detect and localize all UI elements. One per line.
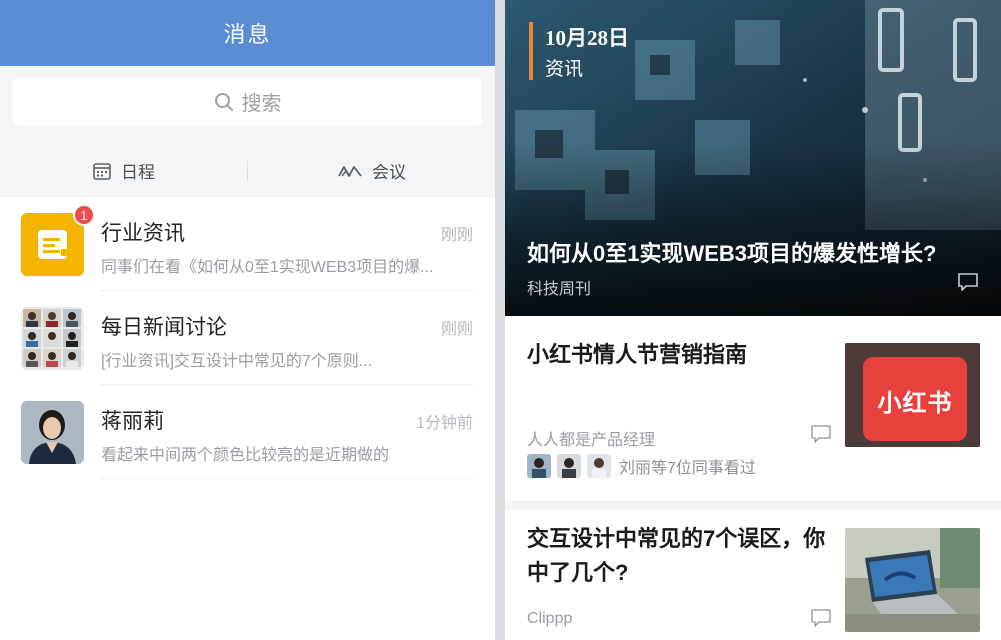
article-card[interactable]: 小红书情人节营销指南 人人都是产品经理 小红书 刘丽等7位同事看过 xyxy=(505,316,1001,502)
unread-badge: 1 xyxy=(73,204,95,226)
shortcut-tabs: 日程 会议 xyxy=(0,144,495,197)
meeting-icon xyxy=(338,165,362,177)
article-source: 人人都是产品经理 xyxy=(527,432,656,449)
hero-headline: 如何从0至1实现WEB3项目的爆发性增长? xyxy=(527,241,937,266)
calendar-icon xyxy=(93,162,111,180)
reader-avatar xyxy=(587,454,611,478)
conversation-preview: 看起来中间两个颜色比较亮的是近期做的 xyxy=(101,447,390,464)
article-title-line-2: 中了几个? xyxy=(527,560,629,585)
reader-avatar xyxy=(527,454,551,478)
tab-meeting[interactable]: 会议 xyxy=(248,158,495,183)
article-title: 小红书情人节营销指南 xyxy=(527,342,748,367)
conversation-name: 蒋丽莉 xyxy=(101,410,164,433)
hero-date: 10月28日 xyxy=(545,26,629,50)
conversation-name: 行业资讯 xyxy=(101,222,185,245)
conversation-preview: 同事们在看《如何从0至1实现WEB3项目的爆... xyxy=(101,259,434,276)
search-placeholder: 搜索 xyxy=(241,93,282,115)
page-title: 消息 xyxy=(223,22,272,47)
article-title-line-1: 交互设计中常见的7个误区，你 xyxy=(527,526,826,551)
conversation-time: 1分钟前 xyxy=(416,415,473,432)
comment-icon[interactable] xyxy=(957,272,979,297)
card-gap xyxy=(505,502,1001,510)
document-app-icon xyxy=(21,213,84,276)
conversation-time: 刚刚 xyxy=(440,227,473,244)
conversation-item[interactable]: 蒋丽莉 1分钟前 看起来中间两个颜色比较亮的是近期做的 xyxy=(0,385,495,479)
panel-gap xyxy=(495,0,505,640)
hero-category: 资讯 xyxy=(545,59,584,80)
tab-schedule[interactable]: 日程 xyxy=(0,158,247,183)
search-area: 搜索 日程 会议 xyxy=(0,66,495,197)
hero-article-card[interactable]: 10月28日 资讯 如何从0至1实现WEB3项目的爆发性增长? 科技周刊 xyxy=(505,0,1001,316)
colleague-readers[interactable]: 刘丽等7位同事看过 xyxy=(527,454,756,478)
search-input[interactable]: 搜索 xyxy=(13,78,482,125)
group-avatar-grid xyxy=(21,307,84,370)
divider xyxy=(101,478,474,479)
person-avatar xyxy=(21,401,84,464)
readers-text: 刘丽等7位同事看过 xyxy=(619,460,756,477)
hero-source: 科技周刊 xyxy=(527,281,592,298)
messages-header: 消息 xyxy=(0,0,495,66)
reader-avatar xyxy=(557,454,581,478)
messages-panel: 消息 搜索 日程 会议 1 行业资讯 刚刚 同事们在看《如何从0至1实现WEB3… xyxy=(0,0,495,640)
article-thumbnail xyxy=(845,528,980,632)
search-icon xyxy=(214,92,233,111)
tab-meeting-label: 会议 xyxy=(372,163,406,182)
article-card[interactable]: 交互设计中常见的7个误区，你 中了几个? Clippp xyxy=(505,510,1001,640)
conversation-item[interactable]: 每日新闻讨论 刚刚 [行业资讯]交互设计中常见的7个原则... xyxy=(0,291,495,385)
article-thumbnail: 小红书 xyxy=(845,343,980,447)
conversation-list: 1 行业资讯 刚刚 同事们在看《如何从0至1实现WEB3项目的爆... 每日新闻… xyxy=(0,197,495,479)
news-feed-panel: 10月28日 资讯 如何从0至1实现WEB3项目的爆发性增长? 科技周刊 小红书… xyxy=(505,0,1001,640)
article-source: Clippp xyxy=(527,610,573,627)
conversation-name: 每日新闻讨论 xyxy=(101,316,227,339)
conversation-time: 刚刚 xyxy=(440,321,473,338)
comment-icon[interactable] xyxy=(810,608,832,633)
tab-schedule-label: 日程 xyxy=(121,163,155,182)
conversation-preview: [行业资讯]交互设计中常见的7个原则... xyxy=(101,353,373,370)
date-accent-bar xyxy=(529,22,533,80)
conversation-item[interactable]: 1 行业资讯 刚刚 同事们在看《如何从0至1实现WEB3项目的爆... xyxy=(0,197,495,291)
xiaohongshu-logo-text: 小红书 xyxy=(877,390,953,417)
comment-icon[interactable] xyxy=(810,424,832,449)
